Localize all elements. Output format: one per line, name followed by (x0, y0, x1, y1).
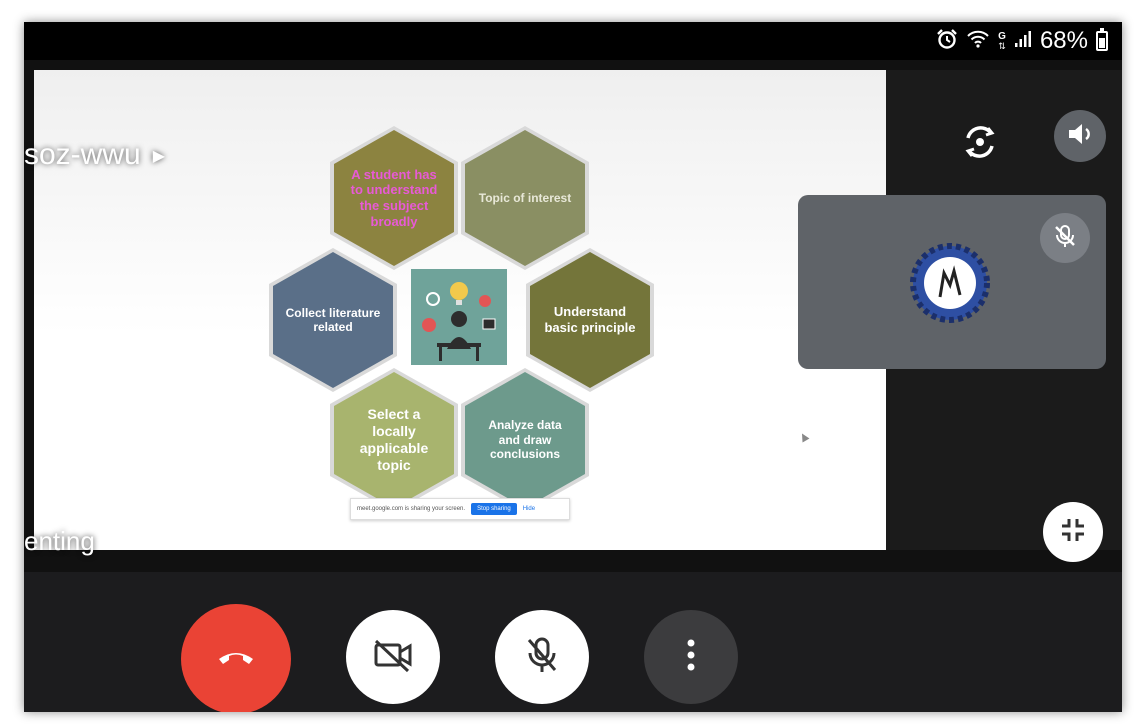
participant-avatar-logo (910, 243, 990, 323)
camera-toggle-button[interactable] (346, 610, 440, 704)
meet-app-window: G ⇅ 68% A student has to understand the … (24, 22, 1122, 712)
switch-camera-icon (960, 122, 1000, 167)
meeting-code-button[interactable]: soz-wwu ▶ (24, 138, 165, 172)
research-illustration (411, 269, 507, 365)
status-bar: G ⇅ 68% (24, 22, 1122, 60)
hide-button[interactable]: Hide (523, 506, 535, 512)
hexagon-label: Select a locally applicable topic (359, 406, 429, 473)
speaker-button[interactable] (1054, 110, 1106, 162)
microphone-toggle-button[interactable] (495, 610, 589, 704)
meeting-code-label: soz-wwu (24, 138, 141, 171)
more-options-button[interactable] (644, 610, 738, 704)
stop-sharing-button[interactable]: Stop sharing (471, 503, 517, 515)
wifi-icon (966, 29, 990, 54)
hexagon-label: A student has to understand the subject … (350, 166, 438, 229)
hexagon-label: Analyze data and draw conclusions (488, 418, 562, 462)
mouse-cursor-icon (798, 431, 810, 443)
exit-fullscreen-icon (1058, 515, 1088, 550)
signal-icon (1014, 30, 1032, 53)
screen-sharing-bar: meet.google.com is sharing your screen. … (350, 498, 570, 520)
hexagon-label: Understand basic principle (544, 304, 636, 335)
alarm-icon (936, 28, 958, 54)
battery-icon (1096, 28, 1108, 51)
speaker-icon (1064, 118, 1096, 155)
end-call-icon (216, 647, 256, 672)
battery-percent: 68% (1039, 27, 1088, 54)
participant-tile[interactable] (798, 195, 1106, 369)
participant-mic-off-indicator (1040, 213, 1090, 263)
camera-off-icon (372, 637, 414, 678)
hexagon-label: Collect literature related (285, 305, 381, 334)
switch-camera-button[interactable] (952, 116, 1008, 172)
data-label: G (998, 30, 1006, 42)
more-vert-icon (686, 638, 696, 677)
battery-level-fill (1099, 38, 1105, 48)
mic-off-icon (1052, 223, 1078, 254)
sharing-message: meet.google.com is sharing your screen. (357, 506, 466, 512)
hexagon-label: Topic of interest (478, 190, 572, 205)
mic-off-icon (524, 635, 560, 680)
hexagon-analyze-data: Analyze data and draw conclusions (461, 368, 589, 512)
presenting-label: enting (24, 526, 95, 556)
hexagon-select-topic: Select a locally applicable topic (330, 368, 458, 512)
end-call-button[interactable] (181, 604, 291, 712)
play-arrow-icon: ▶ (152, 148, 166, 166)
exit-fullscreen-button[interactable] (1043, 502, 1103, 562)
call-controls-bar (24, 572, 1122, 712)
data-icon: G ⇅ (998, 30, 1006, 51)
